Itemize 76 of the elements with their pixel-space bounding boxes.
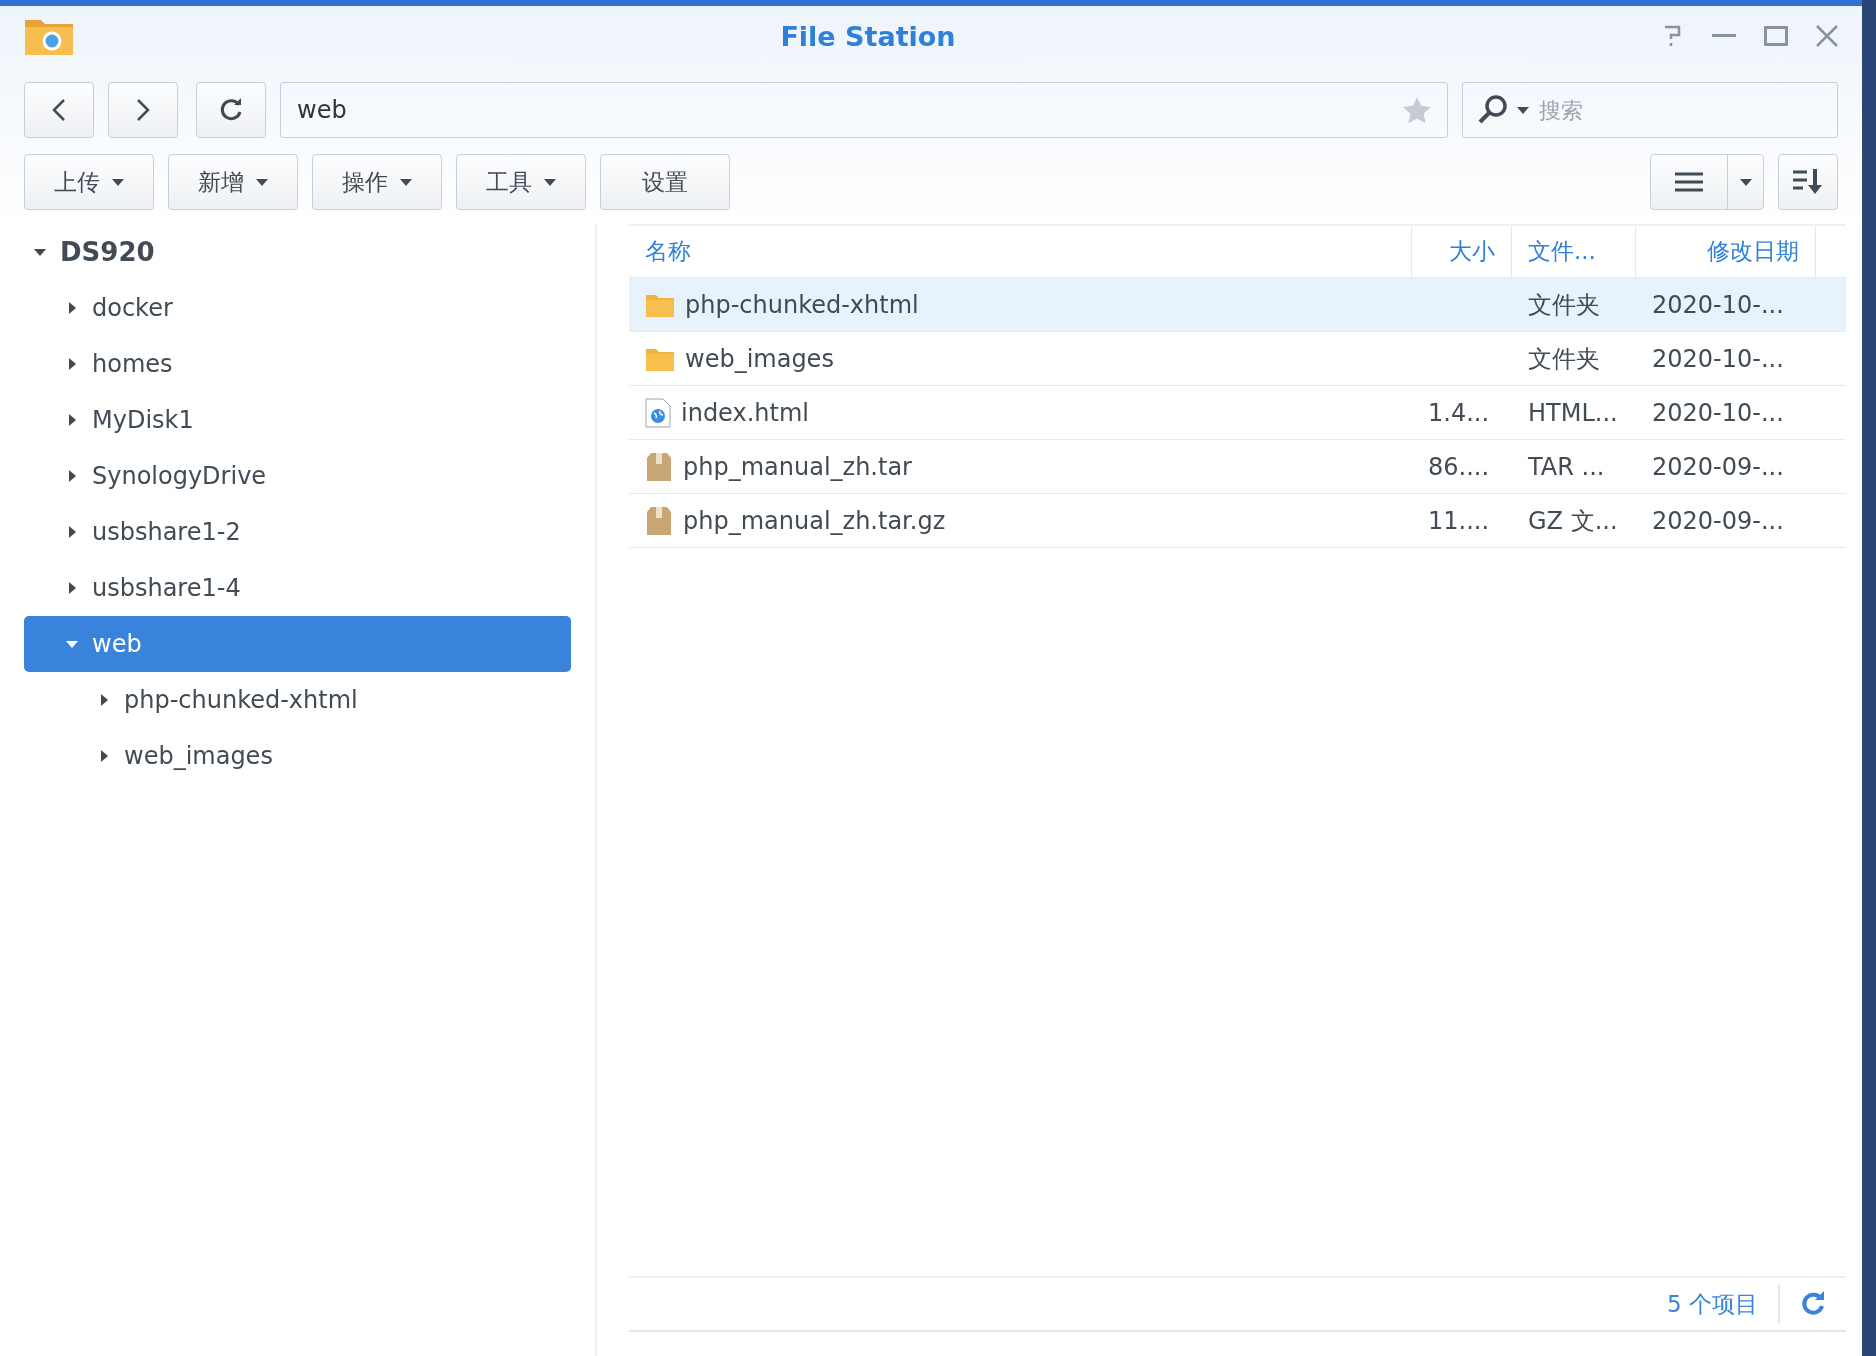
view-mode-button[interactable] xyxy=(1650,154,1764,210)
column-header[interactable]: 大小 xyxy=(1412,226,1512,277)
modified-date: 2020-10-... xyxy=(1652,290,1784,319)
expand-caret-icon[interactable] xyxy=(66,638,78,650)
file-name: index.html xyxy=(681,398,809,427)
dropdown-caret-icon[interactable] xyxy=(544,176,556,188)
window-title: File Station xyxy=(779,20,957,52)
web-file-icon xyxy=(645,397,671,428)
sort-button[interactable] xyxy=(1778,154,1838,210)
tree-item[interactable]: homes xyxy=(24,336,571,392)
tree-item[interactable]: MyDisk1 xyxy=(24,392,571,448)
file-type: HTML... xyxy=(1528,398,1618,427)
search-icon[interactable] xyxy=(1477,94,1509,126)
file-name: php-chunked-xhtml xyxy=(685,290,919,319)
dropdown-caret-icon[interactable] xyxy=(256,176,268,188)
tree-item[interactable]: SynologyDrive xyxy=(24,448,571,504)
toolbar-button[interactable]: 操作 xyxy=(312,154,442,210)
file-name: php_manual_zh.tar xyxy=(683,452,912,481)
file-type: GZ 文... xyxy=(1528,505,1618,537)
search-box[interactable]: 搜索 xyxy=(1462,82,1838,138)
column-header[interactable]: 文件... xyxy=(1512,226,1636,277)
tree-item[interactable]: web xyxy=(24,616,571,672)
tree-item[interactable]: web_images xyxy=(24,728,571,784)
file-type: 文件夹 xyxy=(1528,343,1600,375)
modified-date: 2020-10-... xyxy=(1652,344,1784,373)
file-row[interactable]: php-chunked-xhtml 文件夹 2020-10-... xyxy=(629,278,1846,332)
expand-caret-icon[interactable] xyxy=(98,750,110,762)
path-field[interactable]: web xyxy=(280,82,1448,138)
column-header[interactable]: 修改日期 xyxy=(1636,226,1816,277)
search-input[interactable]: 搜索 xyxy=(1537,96,1823,124)
file-type: 文件夹 xyxy=(1528,289,1600,321)
toolbar-button[interactable]: 工具 xyxy=(456,154,586,210)
column-header[interactable]: 名称 xyxy=(629,226,1412,277)
expand-caret-icon[interactable] xyxy=(66,358,78,370)
toolbar-button[interactable]: 设置 xyxy=(600,154,730,210)
tree-item[interactable]: DS920 xyxy=(24,224,571,280)
dropdown-caret-icon[interactable] xyxy=(112,176,124,188)
expand-caret-icon[interactable] xyxy=(98,694,110,706)
dropdown-caret-icon[interactable] xyxy=(400,176,412,188)
tree-item[interactable]: usbshare1-2 xyxy=(24,504,571,560)
view-caret-icon[interactable] xyxy=(1739,176,1752,188)
tree-item[interactable]: php-chunked-xhtml xyxy=(24,672,571,728)
expand-caret-icon[interactable] xyxy=(66,414,78,426)
package-icon xyxy=(645,505,673,536)
modified-date: 2020-10-... xyxy=(1652,398,1784,427)
file-size: 11.... xyxy=(1428,506,1490,535)
refresh-button[interactable] xyxy=(196,82,266,138)
chevron-right-icon xyxy=(136,98,150,122)
file-size: 86.... xyxy=(1428,452,1490,481)
file-name: php_manual_zh.tar.gz xyxy=(683,506,946,535)
tree-item[interactable]: docker xyxy=(24,280,571,336)
list-icon xyxy=(1675,172,1703,192)
expand-caret-icon[interactable] xyxy=(66,582,78,594)
modified-date: 2020-09-... xyxy=(1652,506,1784,535)
expand-caret-icon[interactable] xyxy=(66,470,78,482)
file-size: 1.4... xyxy=(1428,398,1490,427)
file-type: TAR ... xyxy=(1528,452,1605,481)
sort-icon xyxy=(1793,169,1823,195)
chevron-left-icon xyxy=(52,98,66,122)
maximize-icon[interactable] xyxy=(1764,26,1788,46)
refresh-icon xyxy=(218,97,244,123)
expand-caret-icon[interactable] xyxy=(66,526,78,538)
tree-item[interactable]: usbshare1-4 xyxy=(24,560,571,616)
package-icon xyxy=(645,451,673,482)
modified-date: 2020-09-... xyxy=(1652,452,1784,481)
toolbar-button[interactable]: 上传 xyxy=(24,154,154,210)
minimize-icon[interactable] xyxy=(1712,34,1736,38)
expand-caret-icon[interactable] xyxy=(66,302,78,314)
expand-caret-icon[interactable] xyxy=(34,246,46,258)
toolbar-button[interactable]: 新增 xyxy=(168,154,298,210)
file-name: web_images xyxy=(685,344,834,373)
search-options-caret-icon[interactable] xyxy=(1517,104,1529,116)
refresh-icon[interactable] xyxy=(1800,1291,1826,1317)
item-count: 5 个项目 xyxy=(1667,1285,1780,1323)
star-icon[interactable] xyxy=(1403,96,1431,124)
close-icon[interactable] xyxy=(1816,25,1838,47)
